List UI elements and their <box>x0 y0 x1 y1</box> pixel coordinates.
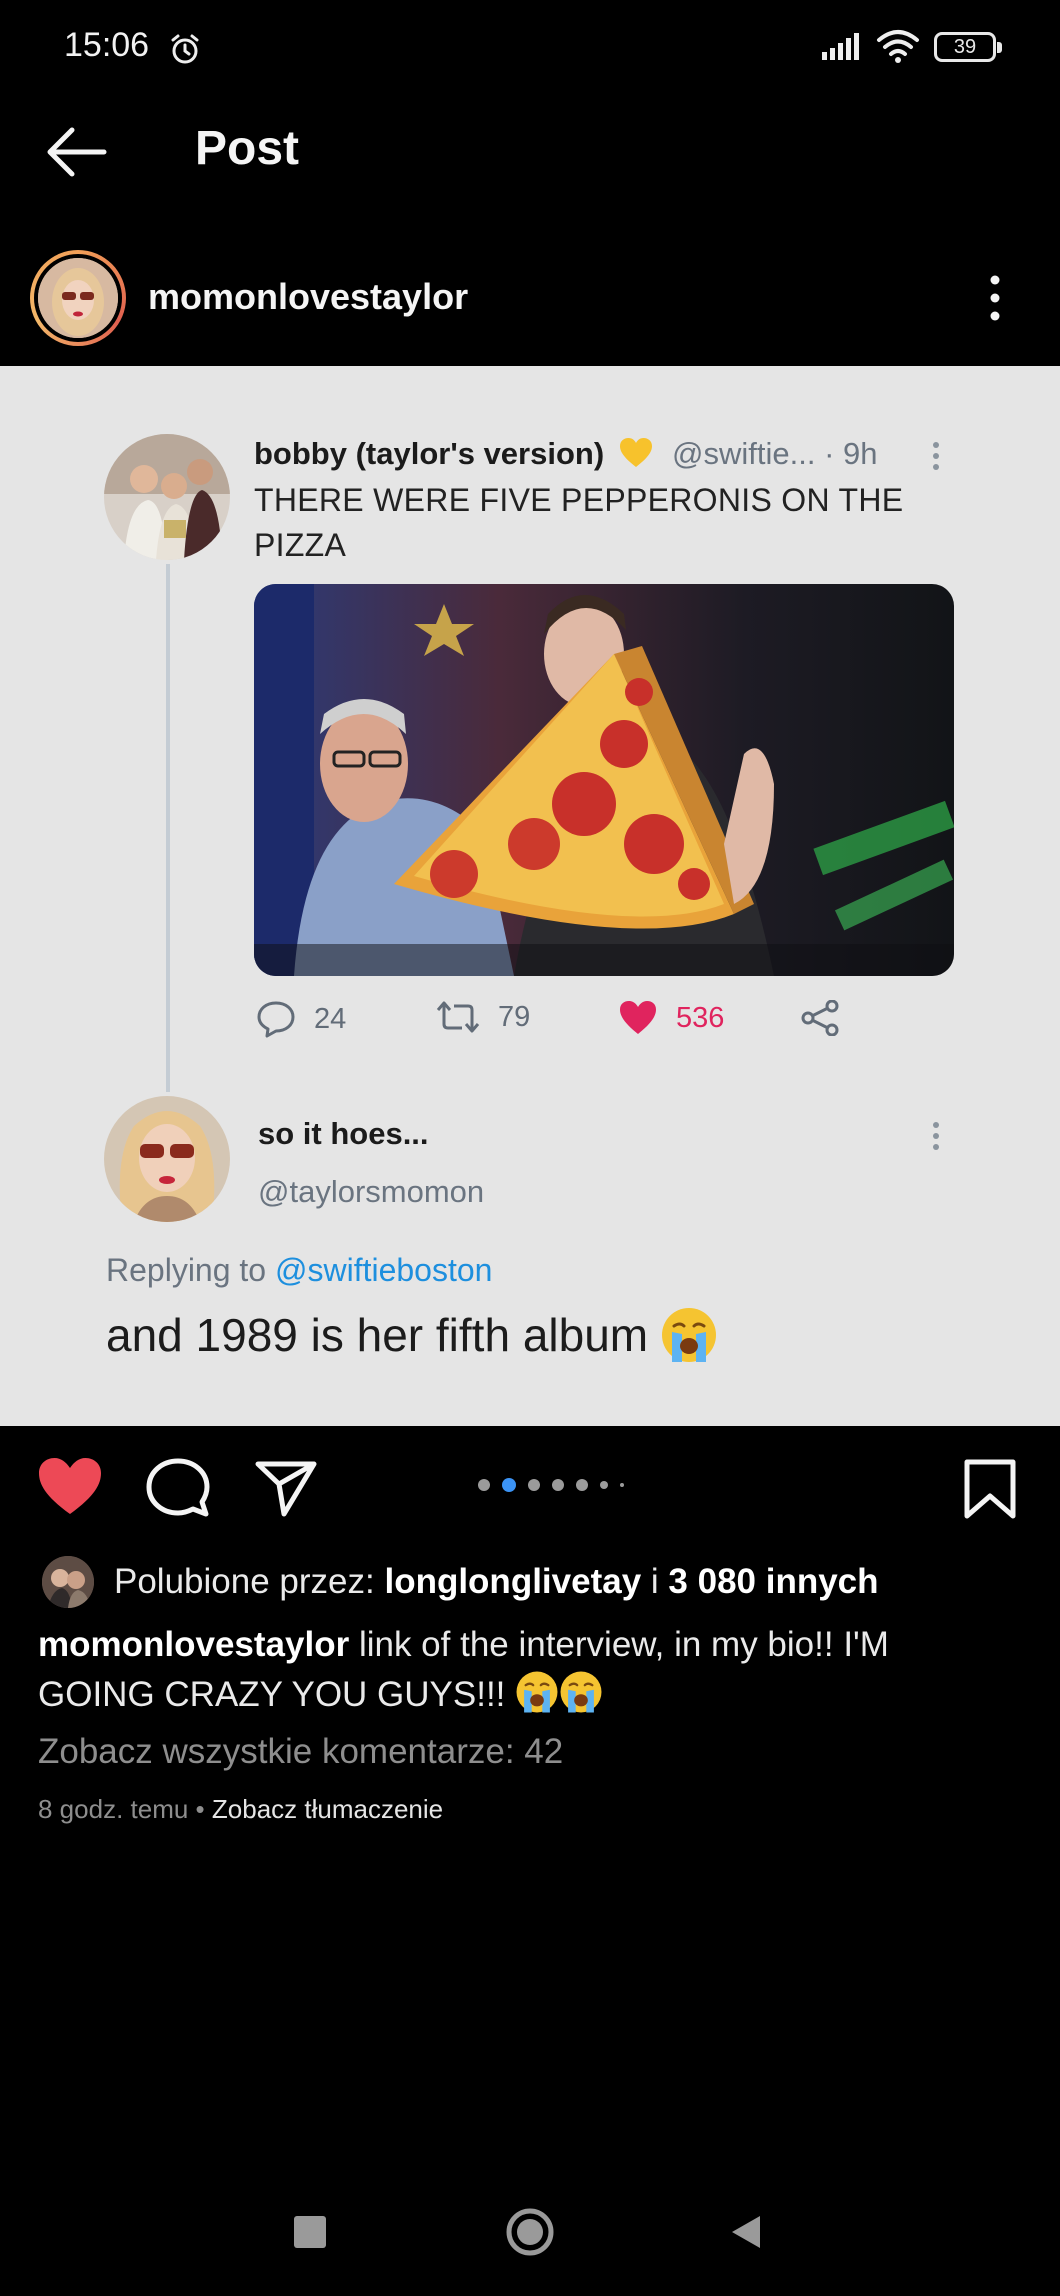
replying-mention: @swiftieboston <box>274 1252 493 1288</box>
tweet-share-action <box>800 1000 840 1036</box>
battery-icon: 39 <box>934 32 1002 62</box>
reply-more-icon <box>931 1120 941 1152</box>
back-triangle-icon[interactable] <box>728 2212 764 2252</box>
avatar-photo <box>38 258 118 338</box>
wifi-icon <box>877 30 919 63</box>
share-nodes-icon <box>801 1000 839 1036</box>
reply-text-content: and 1989 is her fifth album <box>106 1309 649 1361</box>
tweet-text: THERE WERE FIVE PEPPERONIS ON THE PIZZA <box>254 478 903 568</box>
loudly-crying-face-icon <box>560 1671 602 1713</box>
screen: 15:06 39 Post momonlovestaylor bobby (ta… <box>0 0 1060 2296</box>
bookmark-icon[interactable] <box>962 1458 1018 1520</box>
post-caption: momonlovestaylor link of the interview, … <box>38 1620 958 1720</box>
liker-avatar <box>42 1556 94 1608</box>
home-button[interactable] <box>504 2206 556 2258</box>
post-timestamp: 8 godz. temu <box>38 1794 189 1824</box>
carousel-dot-active <box>502 1478 516 1492</box>
reply-author-handle: @taylorsmomon <box>258 1174 485 1209</box>
tweet-like-count: 536 <box>676 1001 725 1034</box>
author-avatar[interactable] <box>30 250 126 346</box>
tweet-author-name-text: bobby (taylor's version) <box>254 436 605 471</box>
tweet-retweet-action: 79 <box>436 1000 530 1034</box>
reply-author-name: so it hoes... <box>258 1116 429 1151</box>
recents-button[interactable] <box>294 2216 326 2248</box>
see-translation-link[interactable]: Zobacz tłumaczenie <box>212 1794 443 1824</box>
thread-line <box>166 564 170 1092</box>
carousel-dot <box>552 1479 564 1491</box>
timestamp-separator: • <box>195 1794 205 1824</box>
tweet-author-name: bobby (taylor's version) <box>254 436 653 472</box>
system-nav-bar <box>0 2196 1060 2276</box>
tweet-author-avatar <box>104 434 230 560</box>
liked-by-prefix: Polubione przez: <box>114 1562 375 1601</box>
comment-icon[interactable] <box>146 1458 210 1518</box>
carousel-dot <box>528 1479 540 1491</box>
reply-text: and 1989 is her fifth album <box>106 1306 718 1364</box>
timestamp-row: 8 godz. temu • Zobacz tłumaczenie <box>38 1794 443 1825</box>
comment-bubble-icon <box>257 1001 295 1038</box>
liked-by-user[interactable]: longlonglivetay <box>384 1562 641 1602</box>
liked-by-others[interactable]: 3 080 innych <box>668 1562 878 1602</box>
send-icon[interactable] <box>254 1458 318 1518</box>
reply-author-avatar <box>104 1096 230 1222</box>
tweet-more-icon <box>931 440 941 472</box>
tweet-time: · 9h <box>824 436 878 471</box>
carousel-dot <box>620 1483 624 1487</box>
header: Post <box>0 96 1060 206</box>
yellow-heart-icon <box>619 438 652 467</box>
tweet-handle-text: @swiftie... <box>672 436 816 471</box>
tweet-reply-action: 24 <box>256 1000 346 1038</box>
retweet-icon <box>436 1001 480 1033</box>
tweet-author-handle: @swiftie... · 9h <box>672 436 877 472</box>
status-time: 15:06 <box>64 26 150 64</box>
tweet-text-line-1: THERE WERE FIVE PEPPERONIS ON THE <box>254 482 904 518</box>
heart-filled-icon <box>620 1001 656 1034</box>
carousel-dot <box>478 1479 490 1491</box>
more-options-icon[interactable] <box>980 270 1010 326</box>
page-title: Post <box>195 122 300 175</box>
carousel-dot <box>576 1479 588 1491</box>
alarm-icon <box>171 34 199 64</box>
caption-username[interactable]: momonlovestaylor <box>38 1625 349 1664</box>
loudly-crying-face-icon <box>516 1671 558 1713</box>
tweet-retweet-count: 79 <box>498 1000 531 1033</box>
view-all-comments-link[interactable]: Zobacz wszystkie komentarze: 42 <box>38 1732 563 1772</box>
signal-icon <box>822 33 859 60</box>
replying-to: Replying to @swiftieboston <box>106 1252 492 1289</box>
arrow-left-icon[interactable] <box>44 124 108 180</box>
loudly-crying-face-icon <box>662 1308 717 1362</box>
battery-level: 39 <box>953 35 977 58</box>
liked-by-connector: i <box>650 1562 659 1601</box>
tweet-reply-count: 24 <box>314 1002 347 1035</box>
heart-filled-icon[interactable] <box>36 1456 104 1516</box>
tweet-like-action: 536 <box>618 1000 724 1036</box>
tweet-media-image <box>254 584 954 976</box>
status-bar: 15:06 39 <box>0 0 1060 96</box>
post-actions-bar <box>0 1452 1060 1524</box>
liked-by-row[interactable]: Polubione przez: longlonglivetay i 3 080… <box>42 1556 879 1608</box>
replying-prefix: Replying to <box>106 1252 267 1288</box>
carousel-indicator <box>478 1478 624 1492</box>
post-author-row: momonlovestaylor <box>0 246 1060 350</box>
author-username[interactable]: momonlovestaylor <box>148 276 468 318</box>
tweet-text-line-2: PIZZA <box>254 527 347 563</box>
carousel-dot <box>600 1481 608 1489</box>
